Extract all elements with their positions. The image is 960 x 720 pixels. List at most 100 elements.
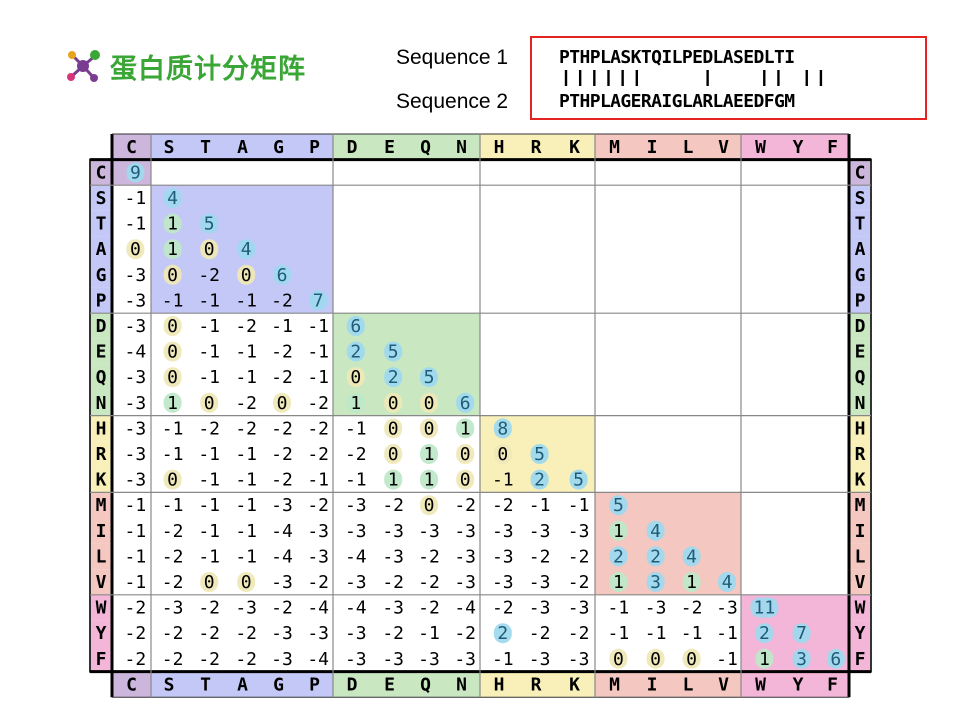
score-cell: 6 (830, 649, 841, 670)
score-cell: -3 (492, 546, 514, 567)
row-header-label: W (96, 598, 107, 619)
score-cell: -2 (418, 546, 440, 567)
score-cell: 0 (204, 572, 215, 593)
score-cell: -3 (382, 649, 404, 670)
score-cell: 0 (460, 470, 471, 491)
score-cell: -2 (529, 623, 551, 644)
row-header-label: H (96, 418, 107, 439)
score-cell: -3 (716, 598, 738, 619)
score-cell: 0 (388, 444, 399, 465)
score-cell: -2 (235, 418, 257, 439)
score-cell: -2 (492, 598, 514, 619)
score-cell: -2 (271, 367, 293, 388)
score-cell: -1 (418, 623, 440, 644)
score-cell: -4 (307, 649, 329, 670)
score-cell: 1 (759, 649, 770, 670)
column-header-label: S (164, 674, 175, 695)
score-cell: -1 (125, 214, 147, 235)
score-cell: -2 (198, 418, 220, 439)
score-cell: 0 (424, 393, 435, 414)
score-cell: -3 (418, 521, 440, 542)
score-cell: -1 (162, 444, 184, 465)
score-cell: 2 (350, 342, 361, 363)
score-cell: 4 (722, 572, 733, 593)
score-cell: -2 (454, 623, 476, 644)
column-header-label: A (237, 137, 248, 158)
score-cell: -2 (162, 521, 184, 542)
score-cell: -3 (568, 598, 590, 619)
score-cell: -2 (454, 495, 476, 516)
score-cell: -2 (162, 572, 184, 593)
score-cell: -1 (235, 367, 257, 388)
column-header-label: P (309, 674, 320, 695)
score-cell: -3 (307, 623, 329, 644)
column-header-label: W (755, 674, 766, 695)
score-cell: 7 (313, 290, 324, 311)
score-cell: -2 (125, 598, 147, 619)
score-cell: 5 (534, 444, 545, 465)
score-cell: -3 (125, 393, 147, 414)
row-header-label: Y (855, 623, 866, 644)
row-header-label: N (96, 393, 107, 414)
score-cell: 0 (686, 649, 697, 670)
column-header-label: E (384, 137, 395, 158)
score-cell: 0 (167, 342, 178, 363)
score-cell: -2 (307, 495, 329, 516)
score-cell: -2 (382, 495, 404, 516)
score-cell: -1 (198, 521, 220, 542)
column-header-label: L (683, 674, 694, 695)
score-cell: -2 (307, 444, 329, 465)
column-header-label: P (309, 137, 320, 158)
score-cell: -3 (492, 521, 514, 542)
score-cell: -1 (716, 623, 738, 644)
row-header-label: C (96, 162, 107, 183)
score-cell: -3 (125, 418, 147, 439)
row-header-label: Y (96, 623, 107, 644)
score-cell: -3 (492, 572, 514, 593)
score-cell: -3 (125, 470, 147, 491)
row-header-label: I (855, 521, 866, 542)
score-cell: 1 (613, 572, 624, 593)
score-cell: 7 (796, 623, 807, 644)
column-header-label: E (384, 674, 395, 695)
score-cell: -4 (307, 598, 329, 619)
score-cell: -1 (125, 495, 147, 516)
row-header-label: G (96, 265, 107, 286)
score-cell: -1 (307, 316, 329, 337)
score-cell: 2 (497, 623, 508, 644)
score-cell: 0 (167, 470, 178, 491)
score-cell: 5 (613, 495, 624, 516)
score-cell: -2 (235, 393, 257, 414)
row-header-label: T (855, 214, 866, 235)
score-cell: 1 (424, 470, 435, 491)
column-header-label: M (609, 137, 620, 158)
column-header-label: K (569, 674, 580, 695)
row-header-label: A (96, 239, 107, 260)
score-cell: -1 (345, 418, 367, 439)
score-cell: 1 (388, 470, 399, 491)
score-cell: -3 (125, 265, 147, 286)
score-cell: -3 (568, 521, 590, 542)
score-cell: 6 (277, 265, 288, 286)
score-cell: -4 (345, 598, 367, 619)
score-cell: -2 (162, 546, 184, 567)
score-cell: -3 (345, 572, 367, 593)
score-cell: 1 (686, 572, 697, 593)
score-cell: 0 (460, 444, 471, 465)
score-cell: -1 (492, 649, 514, 670)
score-cell: -3 (271, 649, 293, 670)
row-header-label: R (855, 444, 866, 465)
score-cell: -1 (125, 521, 147, 542)
score-cell: -2 (162, 623, 184, 644)
score-cell: -4 (345, 546, 367, 567)
score-cell: -3 (529, 598, 551, 619)
score-cell: -3 (125, 444, 147, 465)
column-header-label: V (718, 674, 729, 695)
score-cell: -1 (716, 649, 738, 670)
row-header-label: T (96, 214, 107, 235)
score-cell: -3 (271, 623, 293, 644)
score-cell: -2 (271, 444, 293, 465)
score-cell: -2 (345, 444, 367, 465)
score-cell: 4 (241, 239, 252, 260)
score-cell: -3 (529, 649, 551, 670)
